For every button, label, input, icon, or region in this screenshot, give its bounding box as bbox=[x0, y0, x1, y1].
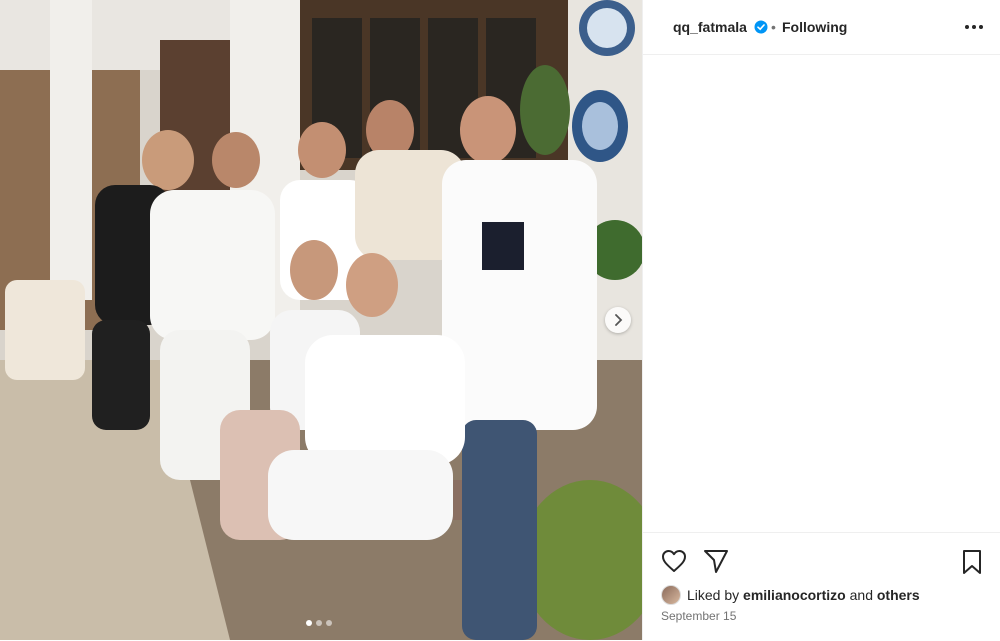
carousel-indicator bbox=[306, 620, 332, 626]
more-options-icon[interactable] bbox=[963, 18, 985, 36]
group-photo-illustration bbox=[0, 0, 642, 640]
liked-and: and bbox=[849, 587, 873, 603]
post-photo[interactable] bbox=[0, 0, 642, 640]
paper-plane-icon[interactable] bbox=[703, 548, 729, 574]
post-date[interactable]: September 15 bbox=[661, 609, 736, 623]
following-button[interactable]: Following bbox=[782, 19, 847, 35]
post-header: qq_fatmala • Following bbox=[643, 0, 1000, 55]
bookmark-icon[interactable] bbox=[961, 549, 983, 575]
separator-dot: • bbox=[771, 19, 776, 35]
verified-badge-icon bbox=[754, 20, 768, 34]
heart-icon[interactable] bbox=[661, 549, 687, 573]
post-actions: Liked by emilianocortizo and others Sept… bbox=[643, 532, 1000, 641]
chevron-right-icon bbox=[615, 314, 623, 326]
liked-user-link[interactable]: emilianocortizo bbox=[743, 587, 846, 603]
liked-others-link[interactable]: others bbox=[877, 587, 920, 603]
carousel-next-button[interactable] bbox=[605, 307, 631, 333]
post-side-panel: qq_fatmala • Following Liked by emiliano… bbox=[642, 0, 1000, 640]
liked-prefix: Liked by bbox=[687, 587, 740, 603]
carousel-dot bbox=[326, 620, 332, 626]
avatar[interactable] bbox=[661, 585, 681, 605]
carousel-dot bbox=[316, 620, 322, 626]
carousel-dot-active bbox=[306, 620, 312, 626]
likes-summary: Liked by emilianocortizo and others bbox=[661, 585, 920, 605]
username-link[interactable]: qq_fatmala bbox=[673, 19, 747, 35]
